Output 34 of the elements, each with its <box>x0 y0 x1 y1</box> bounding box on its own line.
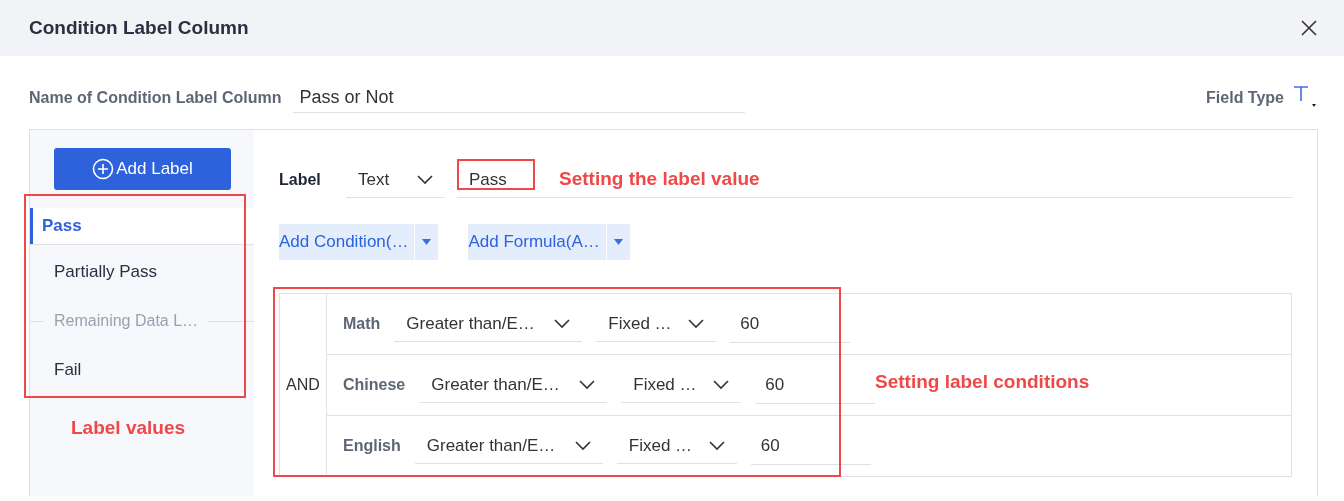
dialog-title: Condition Label Column <box>29 17 249 39</box>
field-label: Name of Condition Label Column <box>29 89 282 107</box>
list-item[interactable]: Pass <box>30 208 254 245</box>
chevron-down-icon <box>574 440 591 451</box>
list-item[interactable]: Fail <box>30 348 254 392</box>
condition-field: Math <box>343 315 381 333</box>
value-type-select[interactable]: Fixed … <box>621 367 742 403</box>
annotation-text: Setting label conditions <box>875 371 1090 393</box>
field-type-label: Field Type <box>1206 89 1284 107</box>
chevron-down-icon <box>417 174 433 185</box>
value-type-select[interactable]: Fixed … <box>596 306 717 342</box>
operator-select[interactable]: Greater than/E… <box>419 367 608 403</box>
list-item[interactable]: Partially Pass <box>30 250 254 294</box>
chevron-down-icon <box>554 318 571 329</box>
chevron-down-icon <box>713 379 730 390</box>
plus-circle-icon <box>92 158 115 180</box>
close-icon[interactable] <box>1300 19 1318 37</box>
value-type-select[interactable]: Fixed … <box>616 428 737 464</box>
chevron-down-icon <box>579 379 596 390</box>
type-select[interactable]: Text <box>346 162 445 198</box>
list-item: Remaining Data L… <box>30 299 254 343</box>
label-caption: Label <box>279 171 322 189</box>
split-button[interactable]: Add Condition(… <box>279 224 439 260</box>
chevron-down-icon <box>708 440 725 451</box>
chevron-down-icon <box>688 318 705 329</box>
annotation-text: Label values <box>71 417 187 439</box>
logic-operator: AND <box>280 294 327 476</box>
condition-field: English <box>343 437 401 455</box>
operator-select[interactable]: Greater than/E… <box>414 428 603 464</box>
annotation-text: Setting the label value <box>559 168 760 190</box>
operator-select[interactable]: Greater than/E… <box>394 306 583 342</box>
split-button[interactable]: Add Formula(A… <box>468 224 630 260</box>
condition-field: Chinese <box>343 376 406 394</box>
add-label-button[interactable]: Add Label <box>54 148 231 190</box>
